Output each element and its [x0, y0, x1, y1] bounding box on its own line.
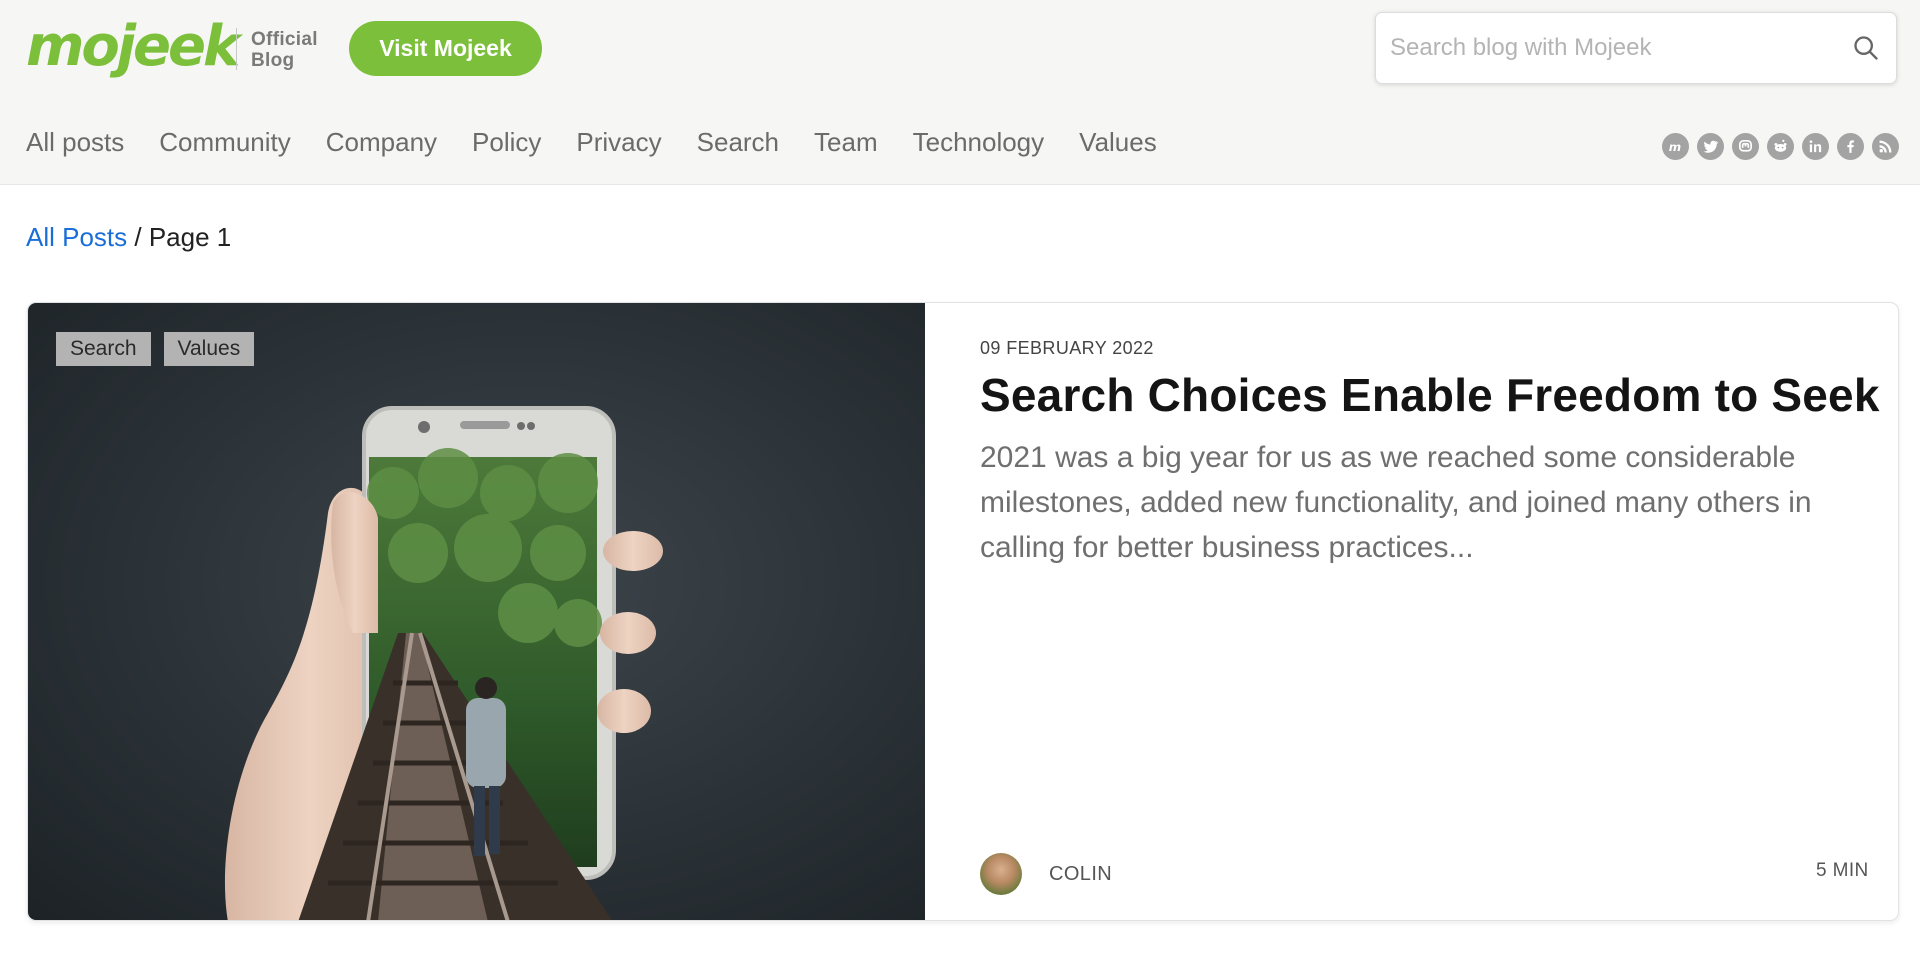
author-avatar[interactable] [980, 853, 1022, 895]
breadcrumb-separator: / [127, 222, 149, 252]
post-date: 09 FEBRUARY 2022 [980, 338, 1154, 358]
breadcrumb: All Posts / Page 1 [26, 221, 231, 253]
post-title[interactable]: Search Choices Enable Freedom to Seek [980, 365, 1880, 425]
site-header: mojeek Official Blog Visit Mojeek All po… [0, 0, 1920, 185]
post-card[interactable]: Search Values 09 FEBRUARY 2022 Search Ch… [27, 302, 1899, 921]
facebook-icon[interactable] [1837, 133, 1864, 160]
phone-railway-illustration [224, 406, 663, 920]
blog-search-input[interactable] [1390, 13, 1830, 83]
nav-item-all-posts[interactable]: All posts [26, 122, 124, 162]
post-tags: Search Values [56, 332, 255, 366]
nav-item-technology[interactable]: Technology [913, 122, 1045, 162]
nav-item-values[interactable]: Values [1079, 122, 1157, 162]
blog-search-box [1375, 12, 1897, 84]
rss-icon[interactable] [1872, 133, 1899, 160]
nav-item-team[interactable]: Team [814, 122, 878, 162]
breadcrumb-all-posts-link[interactable]: All Posts [26, 222, 127, 252]
nav-item-policy[interactable]: Policy [472, 122, 541, 162]
linkedin-icon[interactable] [1802, 133, 1829, 160]
twitter-icon[interactable] [1697, 133, 1724, 160]
official-label-line2: Blog [251, 50, 295, 71]
official-label-line1: Official [251, 29, 318, 50]
post-excerpt: 2021 was a big year for us as we reached… [980, 441, 1812, 564]
search-icon[interactable] [1852, 34, 1880, 62]
tag-values[interactable]: Values [163, 332, 255, 366]
official-blog-label: Official Blog [251, 29, 318, 71]
social-links: m [1662, 133, 1899, 160]
post-card-body: 09 FEBRUARY 2022 Search Choices Enable F… [925, 303, 1898, 920]
logo-divider [236, 28, 237, 70]
nav-item-privacy[interactable]: Privacy [576, 122, 661, 162]
tag-search[interactable]: Search [56, 332, 151, 366]
post-feature-image[interactable]: Search Values [28, 303, 925, 920]
nav-item-search[interactable]: Search [697, 122, 779, 162]
reddit-icon[interactable] [1767, 133, 1794, 160]
svg-text:m: m [1669, 140, 1681, 154]
breadcrumb-current: Page 1 [148, 222, 232, 252]
visit-mojeek-button[interactable]: Visit Mojeek [349, 21, 542, 76]
mojeek-icon[interactable]: m [1662, 133, 1689, 160]
mojeek-logo[interactable]: mojeek [26, 14, 240, 80]
nav-item-community[interactable]: Community [159, 122, 290, 162]
nav-item-company[interactable]: Company [326, 122, 437, 162]
category-nav: All posts Community Company Policy Priva… [26, 122, 1192, 162]
author-name[interactable]: COLIN [1049, 863, 1112, 886]
read-time: 5 MIN [1816, 860, 1869, 881]
mastodon-icon[interactable] [1732, 133, 1759, 160]
